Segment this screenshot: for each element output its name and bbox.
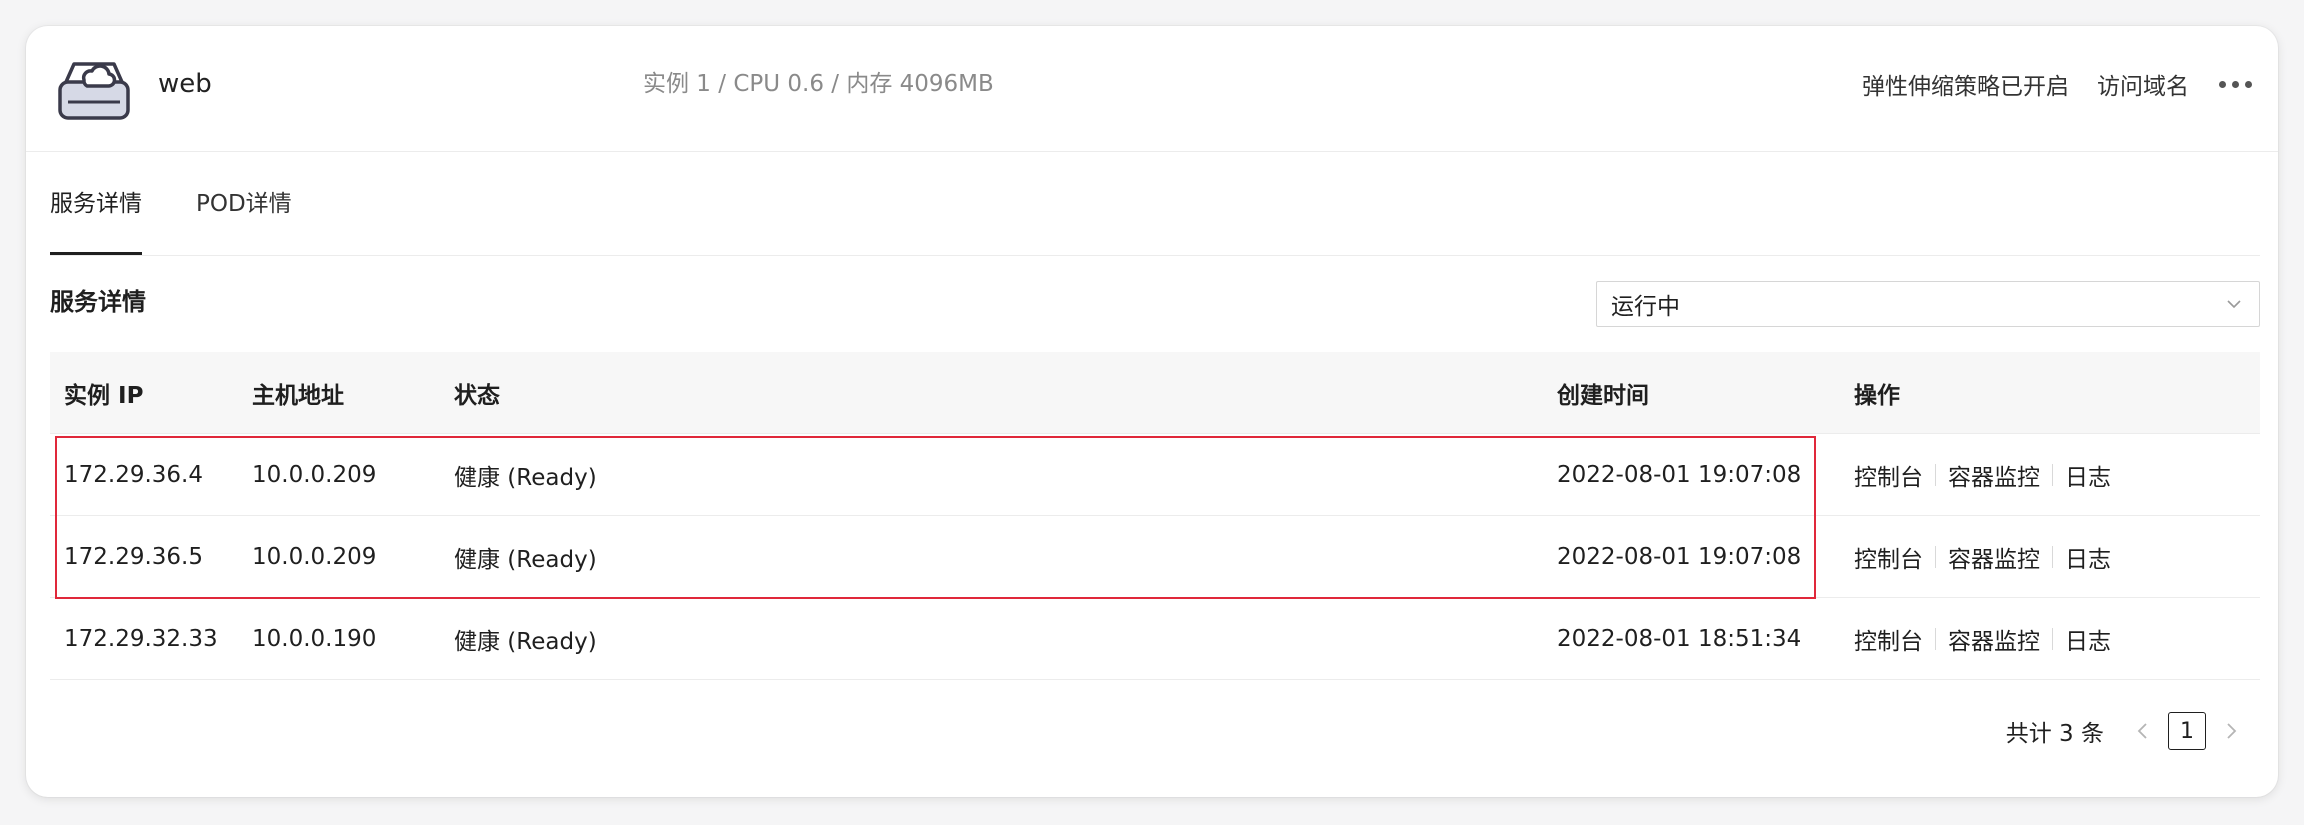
table-row: 172.29.36.5 10.0.0.209 健康 (Ready) 2022-0… — [50, 516, 2260, 598]
logs-link[interactable]: 日志 — [2065, 458, 2111, 492]
chevron-down-icon — [2227, 300, 2241, 309]
table-row: 172.29.36.4 10.0.0.209 健康 (Ready) 2022-0… — [50, 434, 2260, 516]
tab-service-details[interactable]: 服务详情 — [50, 152, 142, 255]
more-options-icon[interactable] — [2217, 75, 2254, 94]
container-monitor-link[interactable]: 容器监控 — [1948, 540, 2040, 574]
page-number-current[interactable]: 1 — [2168, 712, 2206, 750]
created-time: 2022-08-01 19:07:08 — [1557, 461, 1802, 488]
pagination: 共计 3 条 1 — [2006, 712, 2242, 750]
logs-link[interactable]: 日志 — [2065, 540, 2111, 574]
tab-bar: 服务详情 POD详情 — [50, 152, 2260, 256]
column-header-actions: 操作 — [1854, 382, 1900, 409]
column-header-ip: 实例 IP — [64, 382, 144, 409]
chevron-left-icon[interactable] — [2132, 720, 2154, 742]
console-link[interactable]: 控制台 — [1854, 622, 1923, 656]
host-address: 10.0.0.190 — [252, 625, 377, 652]
column-header-status: 状态 — [454, 382, 500, 409]
divider — [1935, 463, 1936, 486]
divider — [1935, 545, 1936, 568]
container-monitor-link[interactable]: 容器监控 — [1948, 622, 2040, 656]
section-title: 服务详情 — [50, 288, 146, 316]
row-actions: 控制台 容器监控 日志 — [1854, 458, 2260, 492]
instance-status: 健康 (Ready) — [454, 628, 597, 655]
column-header-host: 主机地址 — [252, 382, 344, 409]
total-count: 共计 3 条 — [2005, 721, 2104, 747]
host-address: 10.0.0.209 — [252, 543, 377, 570]
console-link[interactable]: 控制台 — [1854, 458, 1923, 492]
instance-ip: 172.29.36.4 — [64, 461, 203, 488]
instance-ip: 172.29.32.33 — [64, 625, 218, 652]
autoscale-status-link[interactable]: 弹性伸缩策略已开启 — [1862, 67, 2069, 101]
row-actions: 控制台 容器监控 日志 — [1854, 622, 2260, 656]
created-time: 2022-08-01 18:51:34 — [1557, 625, 1802, 652]
divider — [2052, 627, 2053, 650]
service-name: web — [158, 69, 212, 99]
divider — [2052, 463, 2053, 486]
instances-table: 实例 IP 主机地址 状态 创建时间 操作 172.29.36.4 10.0.0… — [50, 352, 2260, 680]
instance-ip: 172.29.36.5 — [64, 543, 203, 570]
access-domain-link[interactable]: 访问域名 — [2097, 67, 2189, 101]
header-actions: 弹性伸缩策略已开启 访问域名 — [1862, 66, 2254, 102]
status-filter-select[interactable]: 运行中 — [1596, 281, 2260, 327]
divider — [2052, 545, 2053, 568]
service-summary: 实例 1 / CPU 0.6 / 内存 4096MB — [643, 71, 994, 97]
server-cloud-icon — [58, 62, 130, 120]
table-row: 172.29.32.33 10.0.0.190 健康 (Ready) 2022-… — [50, 598, 2260, 680]
console-link[interactable]: 控制台 — [1854, 540, 1923, 574]
service-card: web 实例 1 / CPU 0.6 / 内存 4096MB 弹性伸缩策略已开启… — [26, 26, 2278, 797]
status-filter-value: 运行中 — [1611, 294, 1680, 320]
column-header-created: 创建时间 — [1557, 382, 1649, 409]
instance-status: 健康 (Ready) — [454, 464, 597, 491]
divider — [1935, 627, 1936, 650]
tab-pod-details[interactable]: POD详情 — [196, 152, 292, 255]
logs-link[interactable]: 日志 — [2065, 622, 2111, 656]
chevron-right-icon[interactable] — [2220, 720, 2242, 742]
created-time: 2022-08-01 19:07:08 — [1557, 543, 1802, 570]
instance-status: 健康 (Ready) — [454, 546, 597, 573]
host-address: 10.0.0.209 — [252, 461, 377, 488]
row-actions: 控制台 容器监控 日志 — [1854, 540, 2260, 574]
table-header: 实例 IP 主机地址 状态 创建时间 操作 — [50, 352, 2260, 434]
container-monitor-link[interactable]: 容器监控 — [1948, 458, 2040, 492]
service-header: web 实例 1 / CPU 0.6 / 内存 4096MB 弹性伸缩策略已开启… — [26, 26, 2278, 152]
